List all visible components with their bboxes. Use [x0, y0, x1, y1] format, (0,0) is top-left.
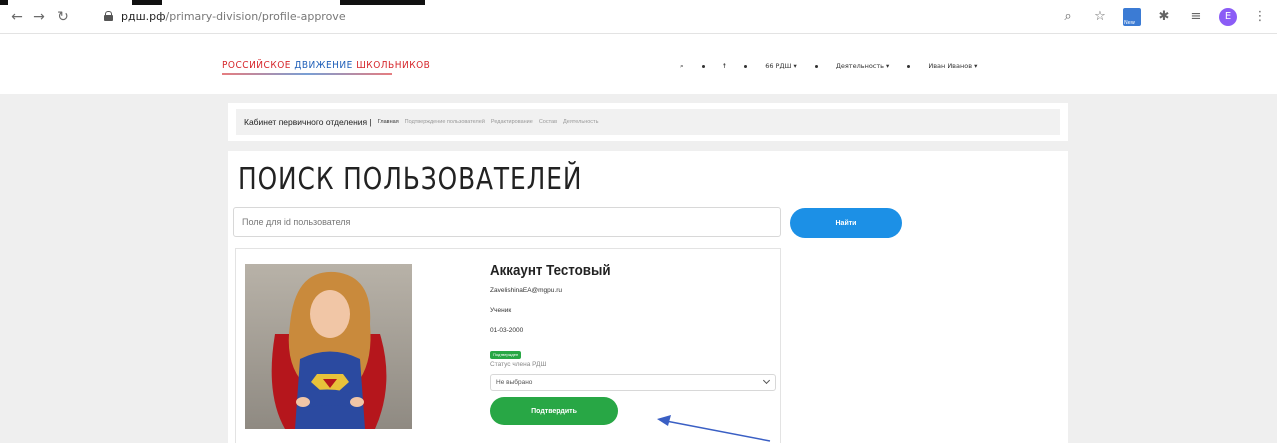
member-status-select[interactable]: Не выбрано	[490, 374, 776, 391]
user-dob: 01-03-2000	[490, 327, 524, 334]
user-name: Аккаунт Тестовый	[490, 263, 611, 279]
breadcrumb-link-approve[interactable]: Подтверждение пользователей	[405, 119, 485, 125]
main-card: ПОИСК ПОЛЬЗОВАТЕЛЕЙ Найти	[228, 151, 1068, 443]
strip-fragment	[0, 0, 8, 5]
confirm-button[interactable]: Подтвердить	[490, 397, 618, 425]
breadcrumb-link-members[interactable]: Состав	[539, 119, 557, 125]
find-button[interactable]: Найти	[790, 208, 902, 238]
user-role: Ученик	[490, 307, 512, 314]
profile-avatar[interactable]: E	[1219, 8, 1237, 26]
star-icon[interactable]: ☆	[1091, 8, 1109, 26]
user-id-search-input[interactable]	[233, 207, 781, 237]
reload-icon[interactable]: ↻	[54, 8, 72, 26]
nav-rdsh-dropdown[interactable]: 66 РДШ ▾	[765, 62, 797, 70]
tab-strip	[0, 0, 1277, 5]
logo-underline	[222, 73, 392, 75]
zoom-icon[interactable]: ⌕	[1059, 8, 1077, 26]
forward-icon[interactable]: →	[30, 8, 48, 26]
logo-word: ДВИЖЕНИЕ	[294, 60, 353, 71]
url-domain: рдш.рф	[121, 10, 166, 23]
user-email: ZavelishinaEA@mgpu.ru	[490, 287, 562, 294]
site-header: РОССИЙСКОЕ ДВИЖЕНИЕ ШКОЛЬНИКОВ ⌕ ☨ 66 РД…	[0, 34, 1277, 94]
page-title: ПОИСК ПОЛЬЗОВАТЕЛЕЙ	[238, 162, 583, 197]
nav-user-dropdown[interactable]: Иван Иванов ▾	[928, 62, 977, 70]
nav-activity-dropdown[interactable]: Деятельность ▾	[836, 62, 890, 70]
breadcrumb: Кабинет первичного отделения | Главная П…	[236, 109, 1060, 135]
nav-separator	[744, 64, 748, 68]
user-info: Аккаунт Тестовый ZavelishinaEA@mgpu.ru У…	[490, 263, 776, 425]
strip-fragment	[132, 0, 162, 5]
extension-new-icon[interactable]	[1123, 8, 1141, 26]
user-card: Аккаунт Тестовый ZavelishinaEA@mgpu.ru У…	[235, 248, 781, 443]
browser-toolbar: ← → ↻ рдш.рф/primary-division/profile-ap…	[0, 0, 1277, 34]
status-label: Статус члена РДШ	[490, 361, 547, 368]
superhero-illustration	[245, 264, 412, 429]
logo-word: РОССИЙСКОЕ	[222, 60, 291, 71]
url-path: /primary-division/profile-approve	[165, 10, 346, 23]
browser-actions: ⌕ ☆ ✱ ≡ E ⋮	[1059, 7, 1269, 27]
address-bar[interactable]: рдш.рф/primary-division/profile-approve	[104, 8, 346, 26]
reading-list-icon[interactable]: ≡	[1187, 8, 1205, 26]
breadcrumb-card: Кабинет первичного отделения | Главная П…	[228, 103, 1068, 141]
search-icon[interactable]: ⌕	[680, 62, 684, 71]
extensions-puzzle-icon[interactable]: ✱	[1155, 8, 1173, 26]
nav-separator	[814, 64, 818, 68]
nav-separator	[907, 64, 911, 68]
breadcrumb-link-home[interactable]: Главная	[378, 119, 399, 125]
breadcrumb-link-activity[interactable]: Деятельность	[563, 119, 598, 125]
top-navigation: ⌕ ☨ 66 РДШ ▾ Деятельность ▾ Иван Иванов …	[680, 60, 995, 72]
site-logo[interactable]: РОССИЙСКОЕ ДВИЖЕНИЕ ШКОЛЬНИКОВ	[222, 60, 430, 71]
accessibility-icon[interactable]: ☨	[723, 62, 727, 70]
strip-fragment	[340, 0, 425, 5]
nav-separator	[701, 64, 705, 68]
breadcrumb-title: Кабинет первичного отделения |	[244, 117, 372, 127]
breadcrumb-link-edit[interactable]: Редактирование	[491, 119, 533, 125]
lock-icon	[104, 11, 113, 21]
menu-kebab-icon[interactable]: ⋮	[1251, 8, 1269, 26]
back-icon[interactable]: ←	[8, 8, 26, 26]
chevron-down-icon	[762, 376, 771, 385]
logo-word: ШКОЛЬНИКОВ	[356, 60, 431, 71]
user-photo	[245, 264, 412, 429]
status-badge: Подтвержден	[490, 351, 522, 359]
select-value: Не выбрано	[496, 379, 533, 386]
